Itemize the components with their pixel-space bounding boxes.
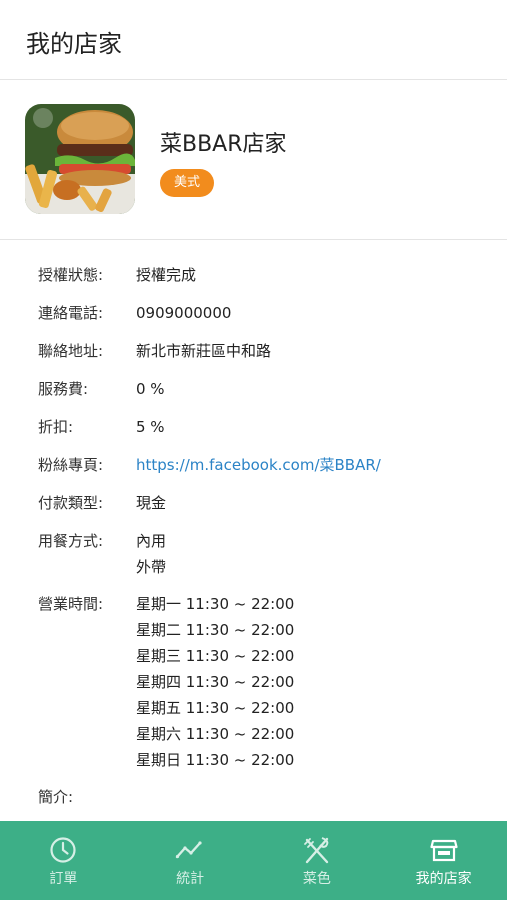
info-value-line: 內用 <box>136 532 167 550</box>
bottom-tab-bar: 訂單 統計 菜色 我的店家 <box>0 821 507 900</box>
tab-my-store[interactable]: 我的店家 <box>380 821 507 900</box>
store-name: 菜BBAR店家 <box>160 132 287 157</box>
chart-line-icon <box>175 841 202 859</box>
info-value-line: https://m.facebook.com/菜BBAR/ <box>136 456 381 474</box>
fanpage-link[interactable]: https://m.facebook.com/菜BBAR/ <box>136 452 381 478</box>
info-value-line: 0 % <box>136 380 165 398</box>
tab-orders[interactable]: 訂單 <box>0 821 127 900</box>
info-label: 粉絲專頁: <box>38 456 104 474</box>
info-label: 用餐方式: <box>38 532 104 550</box>
info-value: 星期一 11:30 ~ 22:00 星期二 11:30 ~ 22:00 星期三 11… <box>136 591 294 773</box>
info-value: 內用 外帶 <box>136 528 166 580</box>
info-value-line: 5 % <box>136 418 165 436</box>
tab-dishes[interactable]: 菜色 <box>254 821 381 900</box>
store-card: 菜BBAR店家 美式 <box>0 80 507 240</box>
tab-statistics[interactable]: 統計 <box>127 821 254 900</box>
info-label: 連絡電話: <box>38 304 104 322</box>
info-value-line: 星期六 11:30 ~ 22:00 <box>136 725 295 743</box>
tab-my-store-label: 我的店家 <box>415 871 472 887</box>
info-value: 授權完成 <box>136 262 196 288</box>
info-value: 0 % <box>136 376 165 402</box>
info-label: 折扣: <box>38 418 74 436</box>
info-value-line: 星期三 11:30 ~ 22:00 <box>136 647 295 665</box>
clock-icon <box>50 837 76 863</box>
info-value-line: 星期四 11:30 ~ 22:00 <box>136 673 295 691</box>
info-value-line: 星期一 11:30 ~ 22:00 <box>136 595 295 613</box>
cuisine-tag: 美式 <box>160 169 215 197</box>
page-title: 我的店家 <box>26 30 122 58</box>
info-value-line: 現金 <box>136 494 167 512</box>
info-label: 授權狀態: <box>38 266 104 284</box>
info-value-line: 星期日 11:30 ~ 22:00 <box>136 751 295 769</box>
tab-orders-label: 訂單 <box>49 871 78 887</box>
info-value: 現金 <box>136 490 166 516</box>
info-value-line: 授權完成 <box>136 266 197 284</box>
utensils-icon <box>303 837 329 864</box>
app-header: 我的店家 <box>0 0 507 80</box>
info-value: 新北市新莊區中和路 <box>136 338 271 364</box>
info-value: 5 % <box>136 414 165 440</box>
info-label: 付款類型: <box>38 494 104 512</box>
info-value-line: 星期二 11:30 ~ 22:00 <box>136 621 295 639</box>
info-label: 聯絡地址: <box>38 342 104 360</box>
store-icon <box>430 839 458 862</box>
info-label: 簡介: <box>38 788 74 806</box>
info-label: 服務費: <box>38 380 89 398</box>
store-photo <box>25 104 135 214</box>
tab-statistics-label: 統計 <box>176 871 205 887</box>
tab-dishes-label: 菜色 <box>302 871 331 887</box>
info-value-line: 0909000000 <box>136 304 232 322</box>
info-value-line: 外帶 <box>136 558 167 576</box>
info-label: 營業時間: <box>38 595 104 613</box>
info-value: 0909000000 <box>136 300 231 326</box>
info-value-line: 星期五 11:30 ~ 22:00 <box>136 699 295 717</box>
info-value-line: 新北市新莊區中和路 <box>136 342 272 360</box>
